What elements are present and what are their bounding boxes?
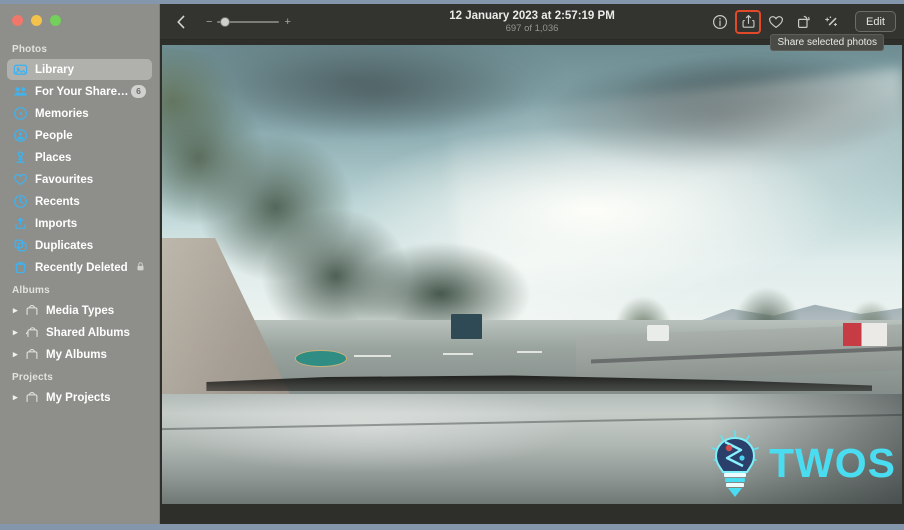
sidebar-section-projects-header: Projects: [12, 372, 54, 383]
sidebar-item-recently-deleted[interactable]: Recently Deleted: [7, 257, 152, 278]
folder-icon: [24, 390, 39, 405]
sidebar-item-places[interactable]: Places: [7, 147, 152, 168]
share-tooltip: Share selected photos: [770, 34, 884, 51]
roadside-billboard: [842, 322, 888, 346]
windshield-decal: [295, 350, 347, 367]
back-button[interactable]: [168, 10, 194, 34]
magic-wand-icon: [825, 15, 838, 26]
sidebar-item-label: For Your Shared Li…: [35, 85, 131, 98]
photos-library-icon: [13, 62, 28, 77]
zoom-slider[interactable]: − +: [206, 16, 291, 28]
sidebar-item-favourites[interactable]: Favourites: [7, 169, 152, 190]
watermark-text: TWOS: [769, 439, 896, 486]
memories-icon: [13, 106, 28, 121]
duplicates-icon: [13, 238, 28, 253]
shared-library-icon: [13, 84, 28, 99]
chevron-right-icon[interactable]: ▸: [13, 393, 22, 402]
sidebar-item-label: Media Types: [46, 304, 115, 317]
zoom-button[interactable]: [50, 15, 61, 26]
sidebar-item-my-projects[interactable]: ▸ My Projects: [7, 387, 152, 408]
toolbar-right-group: Edit: [707, 9, 896, 34]
sidebar-item-my-albums[interactable]: ▸ My Albums: [7, 344, 152, 365]
sidebar-item-duplicates[interactable]: Duplicates: [7, 235, 152, 256]
heart-icon: [769, 15, 784, 28]
sidebar-item-label: My Projects: [46, 391, 111, 404]
sidebar-item-imports[interactable]: Imports: [7, 213, 152, 234]
sidebar-item-label: Imports: [35, 217, 78, 230]
screenshot-root: Photos Library For Your Shared Li… 6 Mem…: [0, 0, 904, 530]
sidebar-item-label: Favourites: [35, 173, 94, 186]
sidebar-item-label: Duplicates: [35, 239, 94, 252]
people-icon: [13, 128, 28, 143]
import-arrow-icon: [13, 216, 28, 231]
share-up-arrow-icon: [742, 15, 755, 28]
share-button[interactable]: [735, 9, 762, 34]
sidebar-item-shared-albums[interactable]: ▸ Shared Albums: [7, 322, 152, 343]
window-traffic-lights: [0, 8, 159, 38]
heart-icon: [13, 172, 28, 187]
lane-marking: [443, 352, 473, 355]
toolbar-left-group: − +: [168, 10, 291, 34]
shared-folder-icon: [24, 325, 39, 340]
sidebar-item-label: Shared Albums: [46, 326, 130, 339]
sidebar-section-albums-header: Albums: [12, 285, 50, 296]
places-pin-icon: [13, 150, 28, 165]
zoom-in-label[interactable]: +: [284, 16, 290, 28]
chevron-left-icon: [177, 15, 185, 28]
rotate-button[interactable]: [791, 10, 817, 34]
sidebar-item-media-types[interactable]: ▸ Media Types: [7, 300, 152, 321]
shared-library-badge: 6: [131, 85, 146, 98]
chevron-right-icon[interactable]: ▸: [13, 328, 22, 337]
clock-icon: [13, 194, 28, 209]
sidebar-item-for-your-shared-library[interactable]: For Your Shared Li… 6: [7, 81, 152, 102]
sidebar-item-library[interactable]: Library: [7, 59, 152, 80]
info-circle-icon: [713, 14, 728, 29]
enhance-button[interactable]: [819, 10, 845, 34]
sidebar-item-people[interactable]: People: [7, 125, 152, 146]
chevron-right-icon[interactable]: ▸: [13, 306, 22, 315]
lightbulb-icon: [707, 428, 763, 498]
toolbar: − + 12 January 2023 at 2:57:19 PM 697 of…: [160, 4, 904, 51]
photos-app-window: Photos Library For Your Shared Li… 6 Mem…: [0, 4, 904, 524]
lane-marking: [354, 354, 392, 357]
lane-marking: [517, 350, 543, 353]
trash-icon: [13, 260, 28, 275]
sidebar-item-memories[interactable]: Memories: [7, 103, 152, 124]
sidebar-item-label: Places: [35, 151, 72, 164]
sidebar-item-label: People: [35, 129, 73, 142]
close-button[interactable]: [12, 15, 23, 26]
rotate-icon: [798, 15, 810, 28]
lock-icon: [135, 261, 146, 275]
sidebar-item-label: Recently Deleted: [35, 261, 128, 274]
edit-button[interactable]: Edit: [855, 11, 896, 32]
car-oncoming: [646, 324, 669, 341]
sidebar: Photos Library For Your Shared Li… 6 Mem…: [0, 4, 160, 524]
folder-icon: [24, 303, 39, 318]
zoom-slider-track[interactable]: [217, 16, 280, 27]
zoom-out-label[interactable]: −: [206, 16, 212, 28]
twos-watermark: TWOS: [707, 428, 896, 498]
zoom-slider-knob[interactable]: [220, 16, 231, 27]
minimize-button[interactable]: [31, 15, 42, 26]
info-button[interactable]: [707, 10, 733, 34]
sidebar-item-label: Library: [35, 63, 74, 76]
chevron-right-icon[interactable]: ▸: [13, 350, 22, 359]
sidebar-item-recents[interactable]: Recents: [7, 191, 152, 212]
sidebar-section-photos-header: Photos: [12, 44, 48, 55]
sidebar-item-label: Recents: [35, 195, 80, 208]
sidebar-item-label: Memories: [35, 107, 89, 120]
favourite-button[interactable]: [763, 10, 789, 34]
sidebar-item-label: My Albums: [46, 348, 107, 361]
truck-ahead: [450, 313, 482, 339]
folder-icon: [24, 347, 39, 362]
photo-viewer-image[interactable]: TWOS: [162, 45, 902, 504]
